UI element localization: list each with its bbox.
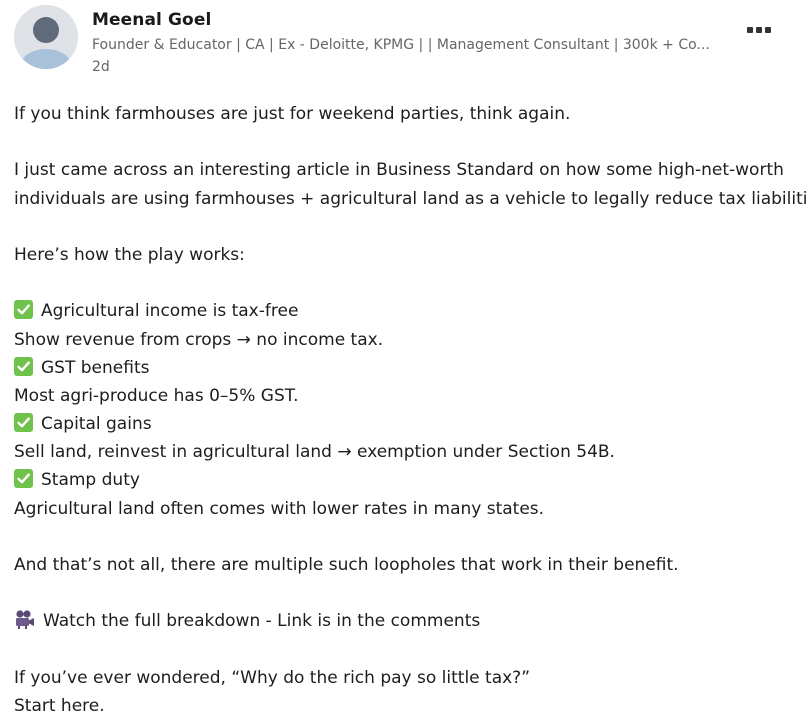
post-body: If you think farmhouses are just for wee…	[14, 100, 808, 720]
point-title: Capital gains	[14, 410, 804, 438]
point-detail: Agricultural land often comes with lower…	[14, 498, 545, 519]
watch-line: Watch the full breakdown - Link is in th…	[14, 607, 804, 635]
post-article-line: I just came across an interesting articl…	[14, 160, 784, 181]
watch-text: Watch the full breakdown - Link is in th…	[43, 611, 481, 632]
check-mark-icon	[14, 300, 33, 320]
point-detail: Most agri-produce has 0–5% GST.	[14, 385, 299, 406]
point-title: GST benefits	[14, 354, 804, 382]
more-options-button[interactable]	[741, 18, 777, 42]
post-closing: If you’ve ever wondered, “Why do the ric…	[14, 667, 531, 688]
point-detail: Sell land, reinvest in agricultural land…	[14, 442, 615, 463]
profile-placeholder-icon	[14, 5, 78, 69]
more-dot	[765, 27, 771, 33]
video-camera-icon	[16, 610, 34, 630]
check-mark-icon	[14, 413, 33, 433]
point-title-text: Agricultural income is tax-free	[41, 301, 299, 322]
post-card: Meenal Goel Founder & Educator | CA | Ex…	[0, 0, 808, 721]
point-title-text: Capital gains	[41, 414, 152, 435]
post-timestamp: 2d	[92, 59, 110, 75]
post-not-all: And that’s not all, there are multiple s…	[14, 555, 679, 575]
point-title-text: Stamp duty	[41, 470, 140, 491]
avatar[interactable]	[14, 5, 78, 69]
point-detail: Show revenue from crops → no income tax.	[14, 329, 384, 350]
author-headline: Founder & Educator | CA | Ex - Deloitte,…	[92, 37, 710, 53]
post-closing: Start here.	[14, 695, 105, 716]
more-dot	[756, 27, 762, 33]
more-horizontal-icon	[747, 27, 753, 33]
post-intro: If you think farmhouses are just for wee…	[14, 104, 571, 124]
point-title: Agricultural income is tax-free	[14, 297, 804, 325]
author-name[interactable]: Meenal Goel	[92, 10, 211, 30]
play-heading: Here’s how the play works:	[14, 244, 245, 265]
point-title: Stamp duty	[14, 466, 804, 494]
check-mark-icon	[14, 469, 33, 489]
post-article-line: individuals are using farmhouses + agric…	[14, 188, 808, 209]
point-title-text: GST benefits	[41, 357, 150, 378]
check-mark-icon	[14, 356, 33, 376]
